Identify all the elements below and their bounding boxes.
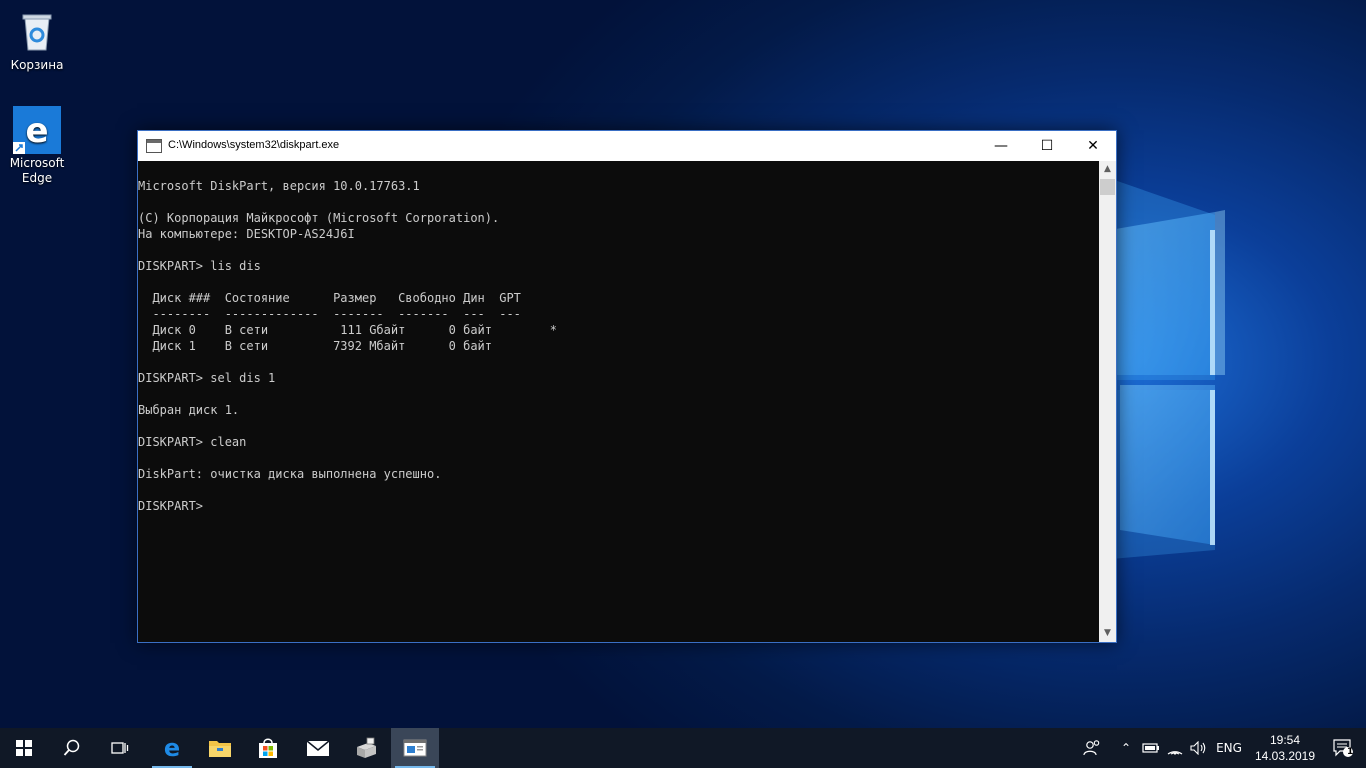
console-line: На компьютере: DESKTOP-AS24J6I xyxy=(138,227,355,241)
search-button[interactable] xyxy=(48,728,96,768)
chevron-up-icon: ⌃ xyxy=(1120,741,1132,755)
scroll-up-button[interactable]: ▲ xyxy=(1099,161,1116,178)
window-title: C:\Windows\system32\diskpart.exe xyxy=(168,139,340,151)
people-button[interactable] xyxy=(1080,728,1104,768)
desktop-icon-edge[interactable]: e Microsoft Edge xyxy=(0,106,74,186)
volume-button[interactable] xyxy=(1188,728,1210,768)
maximize-button[interactable]: ☐ xyxy=(1024,131,1070,161)
console-line: Диск 1 В сети 7392 Mбайт 0 байт xyxy=(138,339,493,353)
recycle-bin-icon xyxy=(13,8,61,56)
desktop-icon-recycle-bin[interactable]: Корзина xyxy=(0,8,74,73)
close-button[interactable]: ✕ xyxy=(1070,131,1116,161)
console-output[interactable]: Microsoft DiskPart, версия 10.0.17763.1 … xyxy=(138,161,1099,642)
task-view-icon xyxy=(111,742,129,754)
store-icon xyxy=(259,738,277,758)
diskpart-taskbar-button[interactable] xyxy=(391,728,439,768)
clock[interactable]: 19:54 14.03.2019 xyxy=(1250,732,1320,764)
clock-date: 14.03.2019 xyxy=(1254,749,1316,763)
volume-icon xyxy=(1190,741,1206,755)
diskpart-window[interactable]: C:\Windows\system32\diskpart.exe — ☐ ✕ M… xyxy=(137,130,1117,643)
console-icon xyxy=(403,739,427,757)
wifi-icon xyxy=(1167,751,1183,755)
clock-time: 19:54 xyxy=(1269,733,1301,747)
mail-icon xyxy=(306,740,330,756)
window-titlebar[interactable]: C:\Windows\system32\diskpart.exe — ☐ ✕ xyxy=(138,131,1116,161)
console-prompt-line[interactable]: DISKPART> xyxy=(138,498,1099,514)
minimize-button[interactable]: — xyxy=(978,131,1024,161)
minimize-icon: — xyxy=(994,138,1008,154)
battery-plug-icon xyxy=(1142,743,1159,753)
input-language-button[interactable]: ENG xyxy=(1212,728,1246,768)
windows-logo-icon xyxy=(16,740,32,756)
console-line: -------- ------------- ------- ------- -… xyxy=(138,307,521,321)
task-view-button[interactable] xyxy=(96,728,144,768)
scrollbar-thumb[interactable] xyxy=(1100,179,1115,195)
edge-taskbar-button[interactable]: e xyxy=(148,728,196,768)
desktop-icon-label: Microsoft Edge xyxy=(9,156,65,185)
setup-taskbar-button[interactable] xyxy=(342,728,390,768)
taskbar: e ⌃ ENG 19:54 14.03.2019 1 xyxy=(0,728,1366,768)
explorer-taskbar-button[interactable] xyxy=(196,728,244,768)
console-app-icon xyxy=(146,139,162,153)
network-status[interactable] xyxy=(1164,728,1186,768)
store-taskbar-button[interactable] xyxy=(244,728,292,768)
chevron-down-icon: ▼ xyxy=(1104,628,1111,638)
edge-icon: e xyxy=(164,736,180,760)
vertical-scrollbar[interactable]: ▲ ▼ xyxy=(1099,161,1116,642)
svg-text:e: e xyxy=(25,111,48,151)
console-line: DISKPART> lis dis xyxy=(138,259,261,273)
close-icon: ✕ xyxy=(1087,138,1099,154)
notification-count-badge: 1 xyxy=(1347,747,1354,757)
start-button[interactable] xyxy=(0,728,48,768)
scroll-down-button[interactable]: ▼ xyxy=(1099,625,1116,642)
console-line: Диск 0 В сети 111 Gбайт 0 байт * xyxy=(138,323,558,337)
console-line: Диск ### Состояние Размер Свободно Дин G… xyxy=(138,291,521,305)
show-hidden-icons-button[interactable]: ⌃ xyxy=(1116,728,1136,768)
battery-status[interactable] xyxy=(1140,728,1162,768)
desktop-icon-label: Корзина xyxy=(10,58,64,72)
console-line: Выбран диск 1. xyxy=(138,403,240,417)
console-line: (C) Корпорация Майкрософт (Microsoft Cor… xyxy=(138,211,500,225)
input-language-label: ENG xyxy=(1216,741,1242,755)
maximize-icon: ☐ xyxy=(1040,138,1054,154)
setup-icon xyxy=(357,737,376,758)
search-icon xyxy=(63,739,80,756)
console-line: DISKPART> sel dis 1 xyxy=(138,371,276,385)
edge-icon: e xyxy=(13,106,61,154)
folder-icon xyxy=(209,741,231,757)
people-icon xyxy=(1083,740,1100,756)
console-line: DiskPart: очистка диска выполнена успешн… xyxy=(138,467,442,481)
chevron-up-icon: ▲ xyxy=(1104,164,1111,174)
action-center-button[interactable]: 1 xyxy=(1320,728,1366,768)
console-line: DISKPART> clean xyxy=(138,435,247,449)
mail-taskbar-button[interactable] xyxy=(294,728,342,768)
console-line: Microsoft DiskPart, версия 10.0.17763.1 xyxy=(138,179,420,193)
svg-text:e: e xyxy=(164,736,180,760)
